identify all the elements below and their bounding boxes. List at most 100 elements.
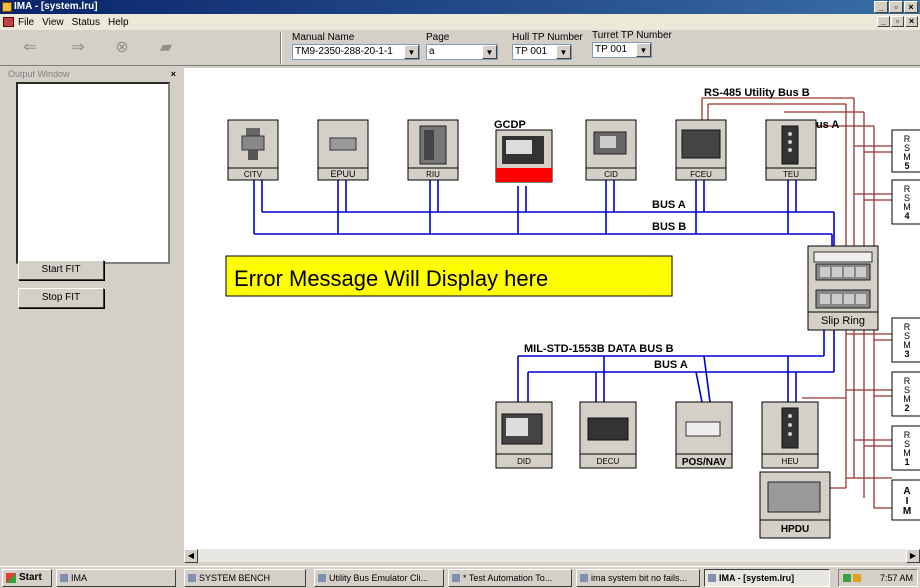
unit-label-cid: CID — [604, 170, 618, 179]
volume-icon[interactable] — [853, 574, 861, 582]
unit-label-hpdu: HPDU — [781, 524, 809, 535]
rsm-boxes: R S M 5 R S M 4 R S M 3 R S M 2 R S M 1 … — [891, 129, 920, 521]
task-system-bench[interactable]: SYSTEM BENCH — [184, 569, 306, 587]
slip-ring[interactable]: Slip Ring — [807, 245, 879, 331]
unit-did[interactable]: DID — [495, 401, 553, 469]
taskbar: Start IMA SYSTEM BENCH Utility Bus Emula… — [0, 566, 920, 588]
chevron-down-icon[interactable]: ▼ — [482, 45, 497, 59]
mdi-close-button[interactable]: × — [905, 16, 918, 27]
start-button[interactable]: Start — [2, 569, 52, 587]
output-window[interactable] — [16, 82, 170, 264]
mdi-restore-button[interactable]: ▫ — [891, 16, 904, 27]
unit-decu[interactable]: DECU — [579, 401, 637, 469]
unit-label-citv: CITV — [244, 170, 263, 179]
stop-fit-button[interactable]: Stop FIT — [18, 288, 104, 308]
forward-arrow-icon[interactable]: ⇒ — [68, 38, 88, 58]
unit-epuu[interactable]: EPUU — [317, 119, 369, 181]
toolbar-separator — [280, 32, 282, 64]
task-ima-system-lru[interactable]: IMA - [system.lru] — [704, 569, 830, 587]
mdi-controls: _ ▫ × — [877, 16, 918, 27]
manual-name-label: Manual Name — [292, 32, 355, 43]
task-ima[interactable]: IMA — [56, 569, 176, 587]
maximize-button[interactable]: ▫ — [889, 1, 903, 13]
close-button[interactable]: × — [904, 1, 918, 13]
svg-text:1: 1 — [904, 457, 909, 467]
turret-tp-field: Turret TP Number TP 001 ▼ — [592, 30, 672, 58]
unit-riu[interactable]: RIU — [407, 119, 459, 181]
close-icon[interactable]: × — [171, 68, 176, 80]
output-window-title: Output Window — [8, 69, 70, 79]
aim-box[interactable]: A I M — [891, 479, 920, 521]
start-fit-button[interactable]: Start FIT — [18, 260, 104, 280]
rsm-1-box[interactable]: R S M 1 — [891, 425, 920, 471]
toolbar: ⇐ ⇒ ⊗ ▰ Manual Name TM9-2350-288-20-1-1 … — [0, 30, 920, 66]
unit-gcdp[interactable]: GCDP — [494, 119, 553, 183]
unit-citv[interactable]: CITV — [227, 119, 279, 181]
menu-help[interactable]: Help — [108, 17, 129, 28]
unit-teu[interactable]: TEU — [765, 119, 817, 181]
bus-a-lower-label: BUS A — [654, 359, 688, 371]
back-arrow-icon[interactable]: ⇐ — [20, 38, 40, 58]
output-window-header: Output Window × — [6, 68, 178, 80]
print-icon[interactable]: ▰ — [156, 38, 176, 58]
hull-tp-select[interactable]: TP 001 ▼ — [512, 44, 572, 60]
rsm-5-box[interactable]: R S M 5 — [891, 129, 920, 173]
unit-hpdu[interactable]: HPDU — [759, 471, 831, 539]
network-icon[interactable] — [843, 574, 851, 582]
rsm-4-box[interactable]: R S M 4 — [891, 179, 920, 225]
clock: 7:57 AM — [879, 573, 913, 583]
application-window: IMA - [system.lru] _ ▫ × File View Statu… — [0, 0, 920, 588]
chevron-down-icon[interactable]: ▼ — [636, 43, 651, 57]
task-utility-bus-emulator[interactable]: Utility Bus Emulator Cli... — [314, 569, 444, 587]
rs485-bus-label: RS-485 Utility Bus B — [704, 87, 810, 99]
document-icon[interactable] — [3, 17, 14, 27]
stop-icon[interactable]: ⊗ — [112, 38, 132, 58]
chevron-down-icon[interactable]: ▼ — [556, 45, 571, 59]
menu-status[interactable]: Status — [72, 17, 100, 28]
unit-label-epuu: EPUU — [330, 169, 355, 179]
unit-fceu[interactable]: FCEU — [675, 119, 727, 181]
svg-text:2: 2 — [904, 403, 909, 413]
horizontal-scrollbar[interactable]: ◀ ▶ — [184, 548, 920, 563]
minimize-button[interactable]: _ — [874, 1, 888, 13]
svg-text:4: 4 — [904, 211, 909, 221]
window-title: IMA - [system.lru] — [14, 1, 98, 12]
svg-text:3: 3 — [904, 349, 909, 359]
slip-ring-label: Slip Ring — [821, 315, 865, 327]
unit-heu[interactable]: HEU — [761, 401, 819, 469]
unit-label-heu: HEU — [782, 457, 799, 466]
manual-name-select[interactable]: TM9-2350-288-20-1-1 ▼ — [292, 44, 420, 60]
scroll-left-icon[interactable]: ◀ — [184, 549, 198, 563]
hull-tp-field: Hull TP Number TP 001 ▼ — [512, 32, 583, 60]
bus-b-label: BUS B — [652, 221, 686, 233]
chevron-down-icon[interactable]: ▼ — [404, 45, 419, 59]
system-diagram: RS-485 Utility Bus B Bus A BUS A BUS B M… — [184, 68, 920, 548]
unit-label-fceu: FCEU — [690, 170, 712, 179]
page-label: Page — [426, 32, 450, 43]
manual-name-field: Manual Name TM9-2350-288-20-1-1 ▼ — [292, 32, 420, 60]
page-select[interactable]: a ▼ — [426, 44, 498, 60]
rsm-2-box[interactable]: R S M 2 — [891, 371, 920, 417]
scroll-right-icon[interactable]: ▶ — [906, 549, 920, 563]
menu-view[interactable]: View — [42, 17, 64, 28]
unit-label-gcdp: GCDP — [494, 119, 526, 131]
system-tray: 7:57 AM — [838, 569, 918, 587]
turret-tp-select[interactable]: TP 001 ▼ — [592, 42, 652, 58]
rsm-3-box[interactable]: R S M 3 — [891, 317, 920, 363]
diagram-svg: RS-485 Utility Bus B Bus A BUS A BUS B M… — [225, 87, 920, 539]
unit-label-did: DID — [517, 457, 531, 466]
unit-label-pos-nav: POS/NAV — [682, 457, 727, 468]
unit-label-teu: TEU — [783, 170, 799, 179]
left-pane: Output Window × Start FIT Stop FIT — [2, 68, 178, 548]
svg-text:5: 5 — [904, 161, 909, 171]
menu-file[interactable]: File — [18, 17, 34, 28]
unit-pos-nav[interactable]: POS/NAV — [675, 401, 733, 469]
task-ima-system-bit[interactable]: ima system bit no fails... — [576, 569, 700, 587]
unit-label-decu: DECU — [597, 457, 620, 466]
menu-bar: File View Status Help _ ▫ × — [0, 14, 920, 30]
bus-a-label: BUS A — [652, 199, 686, 211]
task-test-automation[interactable]: * Test Automation To... — [448, 569, 572, 587]
unit-cid[interactable]: CID — [585, 119, 637, 181]
hull-tp-label: Hull TP Number — [512, 32, 583, 43]
mdi-minimize-button[interactable]: _ — [877, 16, 890, 27]
